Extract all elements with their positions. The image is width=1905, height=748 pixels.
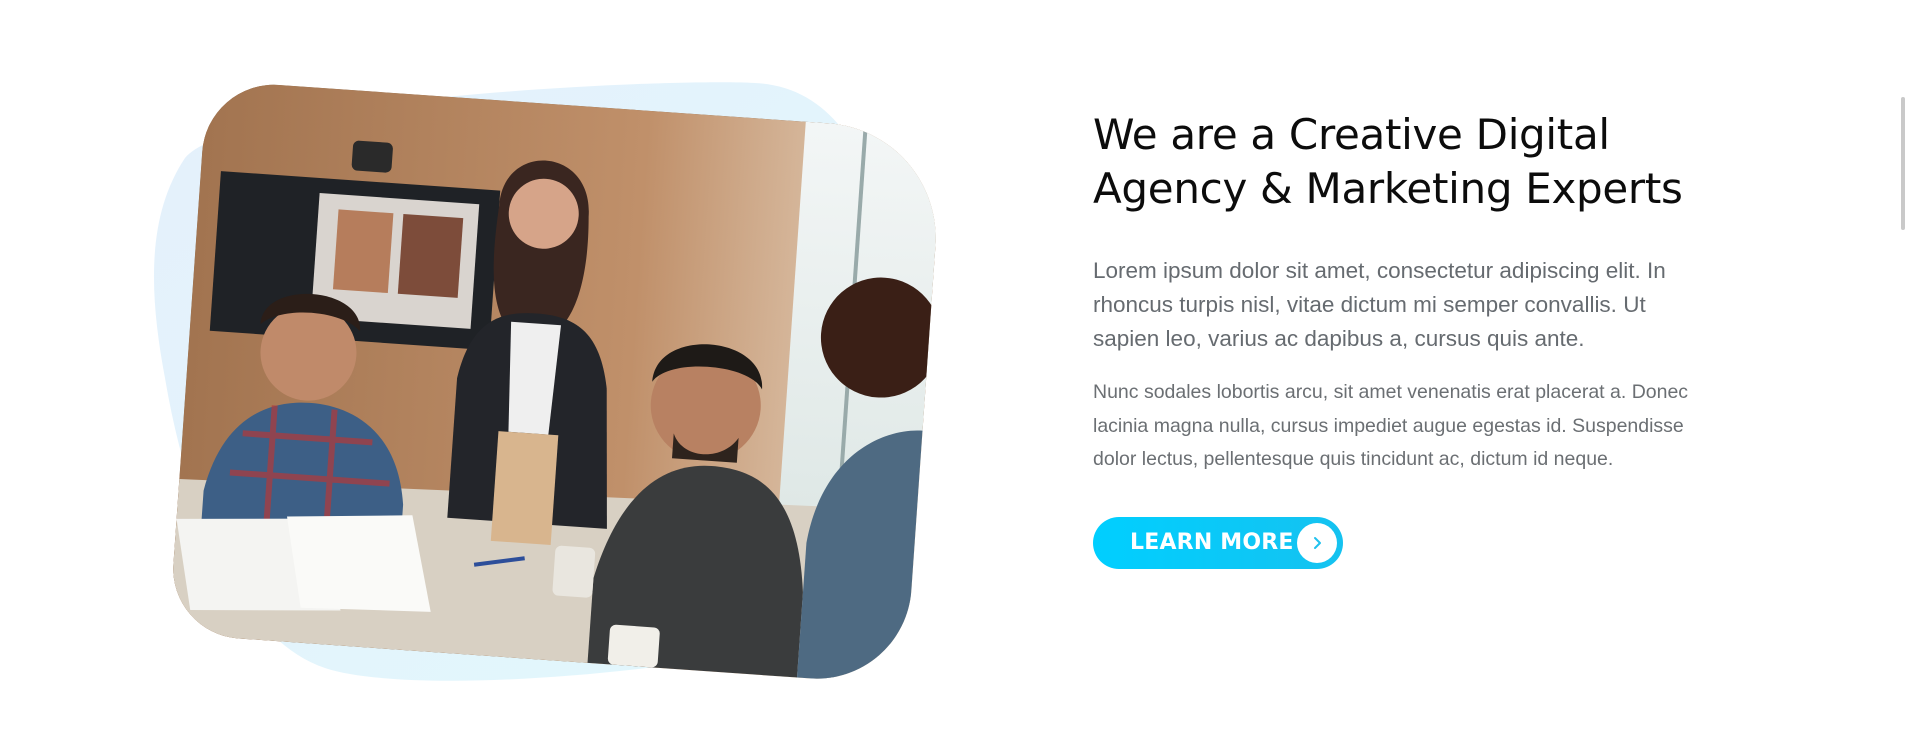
title-line-2: Agency & Marketing Experts (1093, 164, 1683, 213)
hero-media (145, 78, 944, 686)
photo-scene (168, 79, 944, 686)
learn-more-label: LEARN MORE (1130, 530, 1294, 555)
scrollbar-thumb[interactable] (1901, 97, 1905, 230)
title-line-1: We are a Creative Digital (1093, 110, 1610, 159)
body-paragraph: Nunc sodales lobortis arcu, sit amet ven… (1093, 381, 1689, 470)
about-content: We are a Creative Digital Agency & Marke… (1093, 108, 1713, 569)
chevron-right-icon (1297, 522, 1337, 563)
section-title: We are a Creative Digital Agency & Marke… (1093, 108, 1713, 216)
team-meeting-photo (168, 79, 944, 686)
lead-paragraph: Lorem ipsum dolor sit amet, consectetur … (1093, 258, 1666, 351)
learn-more-button[interactable]: LEARN MORE (1093, 516, 1343, 569)
